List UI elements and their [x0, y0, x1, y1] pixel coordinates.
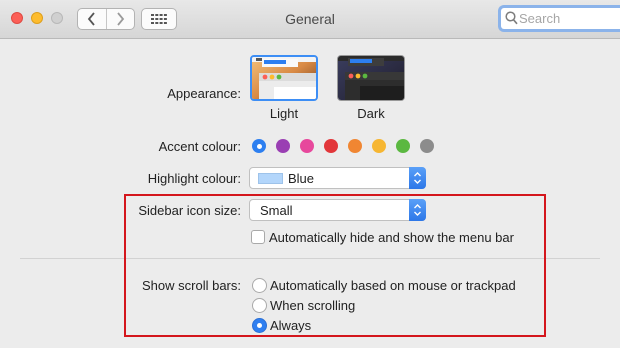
- light-label[interactable]: Light: [250, 106, 318, 121]
- accent-swatch-green[interactable]: [396, 139, 410, 153]
- dark-label[interactable]: Dark: [337, 106, 405, 121]
- selected-dot: [256, 143, 262, 149]
- dark-mode-preview: [338, 56, 404, 100]
- highlight-colour-value: Blue: [288, 171, 315, 186]
- title-bar: General: [0, 0, 620, 39]
- annotation-highlight-box: [124, 194, 546, 337]
- accent-swatch-purple[interactable]: [276, 139, 290, 153]
- accent-swatch-red[interactable]: [324, 139, 338, 153]
- up-down-arrows-icon: [414, 172, 421, 184]
- accent-swatch-graphite[interactable]: [420, 139, 434, 153]
- search-field[interactable]: [498, 5, 620, 32]
- accent-swatch-blue[interactable]: [252, 139, 266, 153]
- search-icon: [505, 11, 518, 25]
- appearance-light-thumbnail[interactable]: [250, 55, 318, 101]
- accent-swatch-yellow[interactable]: [372, 139, 386, 153]
- light-mode-preview: [252, 57, 316, 99]
- popup-stepper[interactable]: [409, 167, 426, 189]
- search-input[interactable]: [519, 9, 617, 28]
- highlight-colour-label: Highlight colour:: [147, 171, 241, 186]
- accent-swatch-pink[interactable]: [300, 139, 314, 153]
- highlight-color-chip: [258, 173, 283, 184]
- appearance-dark-thumbnail[interactable]: [337, 55, 405, 101]
- appearance-label: Appearance:: [167, 86, 241, 101]
- accent-swatch-orange[interactable]: [348, 139, 362, 153]
- accent-colour-label: Accent colour:: [158, 139, 241, 154]
- highlight-colour-popup[interactable]: Blue: [249, 167, 426, 189]
